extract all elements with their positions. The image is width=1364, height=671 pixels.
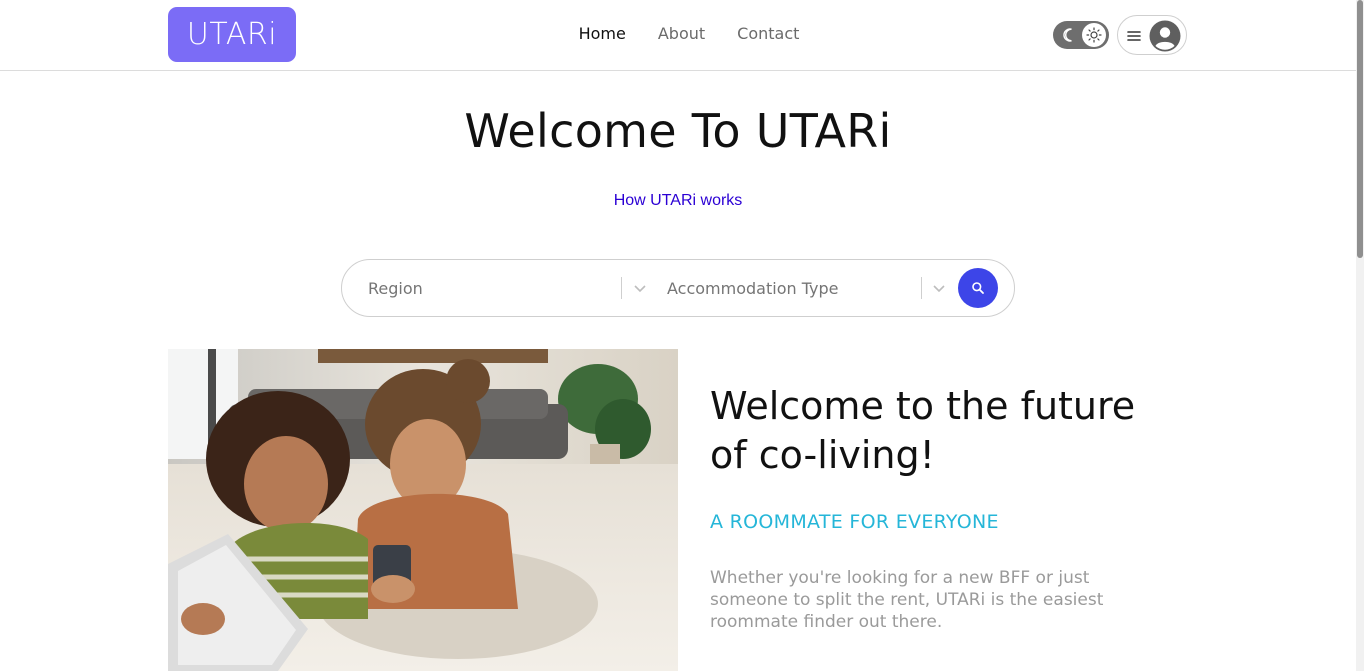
hero-photo [168,349,678,671]
feature-title: Welcome to the future of co-living! [710,384,1136,477]
accommodation-separator [921,277,922,299]
accommodation-type-select[interactable]: Accommodation Type [667,260,921,316]
search-icon [972,282,984,294]
search-button[interactable] [958,268,998,308]
sun-icon [1086,27,1102,43]
menu-icon [1127,31,1141,41]
user-menu-button[interactable] [1117,15,1187,55]
nav-contact[interactable]: Contact [737,24,799,43]
feature-subtitle: A ROOMMATE FOR EVERYONE [710,511,999,533]
toggle-knob [1082,23,1106,47]
page-title: Welcome To UTARi [464,104,892,158]
region-select[interactable]: Region [368,260,622,316]
moon-icon [1063,28,1072,42]
scrollbar-thumb[interactable] [1357,0,1363,258]
search-bar: Region Accommodation Type [341,259,1015,317]
chevron-down-icon[interactable] [932,281,946,295]
how-it-works-link[interactable]: How UTARi works [0,192,1356,210]
nav-about[interactable]: About [658,24,705,43]
chevron-down-icon[interactable] [633,281,647,295]
roommates-photo [168,349,678,671]
region-placeholder: Region [368,278,423,298]
accommodation-placeholder: Accommodation Type [667,278,839,298]
feature-description: Whether you're looking for a new BFF or … [710,568,1104,632]
user-avatar-icon [1149,20,1181,52]
theme-toggle[interactable] [1053,21,1109,49]
top-navbar: UTARi Home About Contact [0,0,1356,71]
page-scrollbar[interactable] [1356,0,1364,671]
region-separator [621,277,622,299]
nav-home[interactable]: Home [579,24,626,43]
